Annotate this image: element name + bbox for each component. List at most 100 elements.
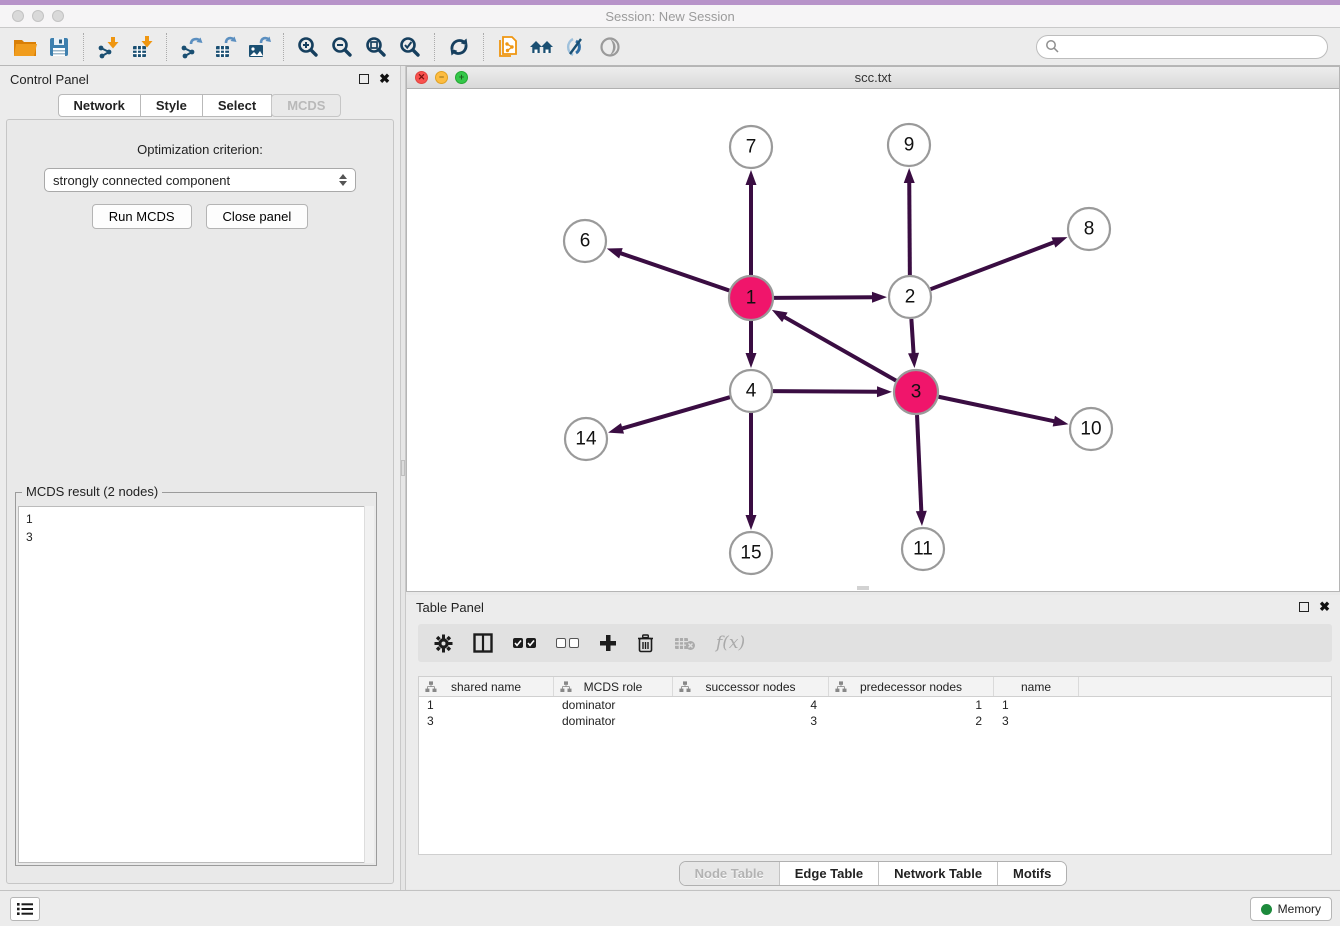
float-table-panel-icon[interactable] [1299, 602, 1309, 612]
window-minimize-icon[interactable]: − [435, 71, 448, 84]
window-close-icon[interactable]: ✕ [415, 71, 428, 84]
criterion-dropdown[interactable]: strongly connected component [44, 168, 356, 192]
column-header-shared-name[interactable]: shared name [419, 677, 554, 696]
show-column-panel-icon[interactable] [473, 633, 493, 653]
table-cell[interactable]: 1 [994, 698, 1079, 712]
tab-network[interactable]: Network [58, 94, 141, 117]
graph-edge[interactable] [783, 316, 896, 380]
toolbar-separator [283, 33, 284, 61]
tab-edge-table[interactable]: Edge Table [780, 862, 879, 885]
table-cell[interactable]: 3 [419, 714, 554, 728]
graph-edge-arrowhead [904, 168, 915, 183]
graph-edge[interactable] [931, 242, 1056, 289]
control-panel-tabs: NetworkStyleSelectMCDS [0, 94, 400, 117]
table-cell[interactable]: dominator [554, 698, 673, 712]
save-session-icon[interactable] [42, 31, 76, 63]
close-panel-icon[interactable]: ✖ [379, 74, 390, 84]
import-table-icon[interactable] [125, 31, 159, 63]
column-header-name[interactable]: name [994, 677, 1079, 696]
open-session-icon[interactable] [8, 31, 42, 63]
search-field[interactable] [1036, 35, 1328, 59]
graph-edge[interactable] [911, 319, 913, 355]
zoom-fit-icon[interactable] [359, 31, 393, 63]
graph-edge-arrowhead [916, 511, 927, 526]
tab-motifs[interactable]: Motifs [998, 862, 1066, 885]
task-history-button[interactable] [10, 897, 40, 921]
graph-edge[interactable] [621, 397, 730, 429]
graph-edge-arrowhead [746, 353, 757, 368]
tab-select[interactable]: Select [202, 94, 272, 117]
table-panel-title: Table Panel [416, 600, 484, 615]
graph-edge-arrowhead [877, 386, 892, 397]
splitter-grip[interactable] [401, 460, 405, 476]
float-panel-icon[interactable] [359, 74, 369, 84]
graph-edge-arrowhead [1053, 416, 1069, 427]
open-network-file-icon[interactable] [491, 31, 525, 63]
network-canvas[interactable]: 7968124314101511 [407, 89, 1339, 591]
export-table-icon[interactable] [208, 31, 242, 63]
import-network-icon[interactable] [91, 31, 125, 63]
tab-node-table[interactable]: Node Table [680, 862, 780, 885]
graph-edge[interactable] [619, 253, 729, 291]
tab-mcds[interactable]: MCDS [271, 94, 341, 117]
control-panel-title: Control Panel [10, 72, 89, 87]
close-table-panel-icon[interactable]: ✖ [1319, 602, 1330, 612]
search-input[interactable] [1060, 37, 1327, 57]
result-scrollbar[interactable] [364, 506, 374, 863]
graph-node-label: 7 [746, 137, 757, 158]
column-header-successor-nodes[interactable]: successor nodes [673, 677, 829, 696]
tab-style[interactable]: Style [140, 94, 203, 117]
apply-layout-icon[interactable] [442, 31, 476, 63]
add-column-icon[interactable] [599, 634, 617, 652]
column-label: successor nodes [705, 680, 795, 694]
graph-node-label: 2 [905, 287, 916, 308]
zoom-out-icon[interactable] [325, 31, 359, 63]
graph-edge[interactable] [939, 397, 1056, 422]
graph-edge[interactable] [917, 415, 921, 513]
graph-edge-arrowhead [772, 310, 788, 322]
toolbar-separator [483, 33, 484, 61]
table-cell[interactable]: 2 [829, 714, 994, 728]
mcds-result-list[interactable]: 13 [18, 506, 374, 863]
home-icon[interactable] [525, 31, 559, 63]
table-cell[interactable]: 1 [419, 698, 554, 712]
graph-edge[interactable] [774, 297, 874, 298]
graph-edge[interactable] [773, 391, 879, 392]
column-header-predecessor-nodes[interactable]: predecessor nodes [829, 677, 994, 696]
session-title: Session: New Session [0, 9, 1340, 24]
table-cell[interactable]: 1 [829, 698, 994, 712]
close-panel-button[interactable]: Close panel [206, 204, 309, 229]
graph-node-label: 4 [746, 381, 757, 402]
zoom-selected-icon[interactable] [393, 31, 427, 63]
table-toolbar: f(x) [418, 624, 1332, 662]
graph-edge[interactable] [909, 181, 910, 275]
select-all-icon[interactable] [513, 638, 536, 648]
table-cell[interactable]: 4 [673, 698, 829, 712]
window-zoom-icon[interactable]: + [455, 71, 468, 84]
export-image-icon[interactable] [242, 31, 276, 63]
toolbar-separator [434, 33, 435, 61]
graph-node-label: 3 [911, 382, 922, 403]
gear-icon[interactable] [434, 634, 453, 653]
graph-node-label: 14 [575, 429, 597, 450]
table-cell[interactable]: dominator [554, 714, 673, 728]
delete-column-icon[interactable] [637, 634, 654, 653]
show-hide-panels-icon[interactable] [593, 31, 627, 63]
graph-edge-arrowhead [908, 353, 919, 368]
column-label: predecessor nodes [860, 680, 962, 694]
column-header-mcds-role[interactable]: MCDS role [554, 677, 673, 696]
cyndex-icon[interactable] [559, 31, 593, 63]
table-panel: Table Panel ✖ f(x) shared nameM [406, 595, 1340, 889]
table-cell[interactable]: 3 [673, 714, 829, 728]
table-row[interactable]: 3dominator323 [419, 713, 1331, 729]
deselect-all-icon[interactable] [556, 638, 579, 648]
run-mcds-button[interactable]: Run MCDS [92, 204, 192, 229]
tab-network-table[interactable]: Network Table [879, 862, 998, 885]
zoom-in-icon[interactable] [291, 31, 325, 63]
export-network-icon[interactable] [174, 31, 208, 63]
table-cell[interactable]: 3 [994, 714, 1079, 728]
network-view-window: ✕ − + scc.txt 7968124314101511 [406, 66, 1340, 592]
memory-button[interactable]: Memory [1250, 897, 1332, 921]
table-row[interactable]: 1dominator411 [419, 697, 1331, 713]
canvas-resize-grip[interactable] [857, 586, 869, 590]
